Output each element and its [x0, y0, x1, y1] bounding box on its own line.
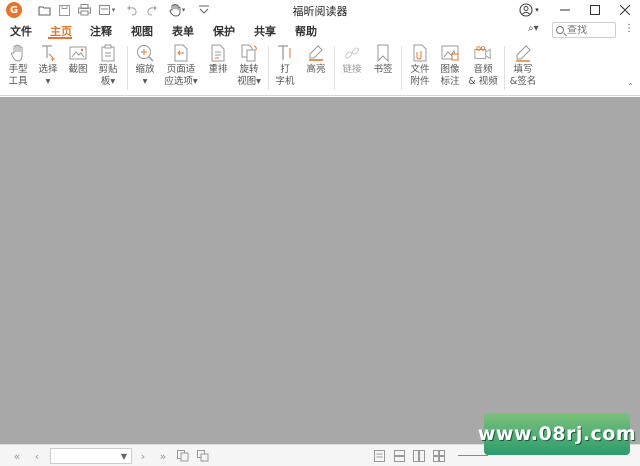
tab-help[interactable]: 帮助 [295, 23, 317, 39]
single-page-icon[interactable] [372, 449, 386, 463]
rotate-view-button[interactable]: 旋转 视图▾ [235, 44, 263, 88]
rotate-view-label: 旋转 视图▾ [237, 64, 261, 87]
reflow-label: 重排 [208, 64, 228, 75]
clipboard-button[interactable]: 剪贴 板▾ [97, 44, 119, 88]
ribbon-divider [504, 46, 505, 90]
find-tool-icon[interactable]: ⌕▾ [528, 23, 539, 34]
audio-video-icon [474, 44, 492, 62]
paste-page-icon[interactable] [196, 449, 210, 463]
ribbon-toolbar: 手型 工具 选择 ▾ 截图 剪贴 板▾ 缩放 ▾ 页面适 应选项▾ 重排 旋转 … [0, 40, 640, 96]
minimize-icon[interactable] [550, 0, 580, 20]
ribbon-divider [401, 46, 402, 90]
search-box[interactable] [552, 22, 616, 38]
reflow-button[interactable]: 重排 [206, 44, 230, 76]
highlight-label: 高亮 [306, 64, 326, 75]
redo-icon[interactable] [144, 2, 160, 18]
hand-tool-icon[interactable]: ▾ [166, 2, 188, 18]
link-button[interactable]: 链接 [341, 44, 363, 76]
snapshot-label: 截图 [68, 64, 88, 75]
collapse-ribbon-icon[interactable]: ⌃ [627, 82, 634, 91]
hand-tool-button[interactable]: 手型 工具 [8, 44, 28, 88]
next-page-icon[interactable]: › [136, 449, 150, 463]
print-icon[interactable] [76, 2, 92, 18]
highlight-button[interactable]: 高亮 [304, 44, 328, 76]
document-canvas[interactable] [0, 97, 640, 444]
attachment-icon [411, 44, 429, 62]
snapshot-button[interactable]: 截图 [67, 44, 89, 76]
link-label: 链接 [342, 64, 362, 75]
search-input[interactable] [564, 24, 608, 36]
ribbon-divider [334, 46, 335, 90]
menu-bar: 文件 主页 注释 视图 表单 保护 共享 帮助 [0, 20, 640, 40]
customize-icon[interactable] [196, 2, 212, 18]
select-button[interactable]: 选择 ▾ [37, 44, 59, 88]
tab-form[interactable]: 表单 [172, 23, 194, 39]
undo-icon[interactable] [124, 2, 140, 18]
fill-sign-label: 填写 &签名 [509, 64, 537, 87]
ribbon-divider [127, 46, 128, 90]
select-label: 选择 ▾ [38, 64, 58, 87]
account-icon[interactable]: ▾ [512, 0, 546, 20]
bookmark-label: 书签 [373, 64, 393, 75]
zoom-button[interactable]: 缩放 ▾ [134, 44, 156, 88]
page-number-input[interactable]: ▼ [50, 448, 132, 464]
page-fit-icon [172, 44, 190, 62]
facing-icon[interactable] [412, 449, 426, 463]
search-icon [556, 26, 564, 34]
file-attachment-button[interactable]: 文件 附件 [408, 44, 432, 88]
image-annotation-icon [441, 44, 459, 62]
tab-file[interactable]: 文件 [10, 23, 32, 39]
snapshot-icon [69, 44, 87, 62]
zoom-slider[interactable] [458, 455, 488, 456]
zoom-label: 缩放 ▾ [135, 64, 155, 87]
clipboard-icon [99, 44, 117, 62]
close-icon[interactable] [610, 0, 640, 20]
first-page-icon[interactable]: « [10, 449, 24, 463]
highlight-icon [307, 44, 325, 62]
tab-view[interactable]: 视图 [131, 23, 153, 39]
hand-icon [9, 44, 27, 62]
tab-comment[interactable]: 注释 [90, 23, 112, 39]
continuous-icon[interactable] [392, 449, 406, 463]
reflow-icon [209, 44, 227, 62]
previous-page-icon[interactable]: ‹ [30, 449, 44, 463]
new-doc-icon[interactable]: ▾ [96, 2, 118, 18]
audio-video-label: 音频 & 视频 [468, 64, 498, 87]
cover-icon[interactable] [432, 449, 446, 463]
image-annotation-label: 图像 标注 [440, 64, 460, 87]
typewriter-icon [276, 44, 294, 62]
maximize-icon[interactable] [580, 0, 610, 20]
page-fit-button[interactable]: 页面适 应选项▾ [162, 44, 200, 88]
bookmark-button[interactable]: 书签 [372, 44, 394, 76]
copy-page-icon[interactable] [176, 449, 190, 463]
tab-protect[interactable]: 保护 [213, 23, 235, 39]
hand-tool-label: 手型 工具 [8, 64, 28, 87]
clipboard-label: 剪贴 板▾ [98, 64, 118, 87]
active-tab-indicator [48, 37, 72, 39]
select-text-icon [39, 44, 57, 62]
open-folder-icon[interactable] [36, 2, 52, 18]
zoom-icon [136, 44, 154, 62]
app-logo: G [6, 2, 22, 18]
bookmark-icon [374, 44, 392, 62]
image-annotation-button[interactable]: 图像 标注 [438, 44, 462, 88]
ribbon-divider [268, 46, 269, 90]
more-options-icon[interactable]: ⋮ [624, 23, 634, 34]
link-icon [343, 44, 361, 62]
last-page-icon[interactable]: » [156, 449, 170, 463]
audio-video-button[interactable]: 音频 & 视频 [466, 44, 500, 88]
fill-sign-button[interactable]: 填写 &签名 [508, 44, 538, 88]
page-fit-label: 页面适 应选项▾ [164, 64, 198, 87]
tab-share[interactable]: 共享 [254, 23, 276, 39]
typewriter-button[interactable]: 打 字机 [274, 44, 296, 88]
watermark-text: www.08rj.com [477, 423, 637, 445]
chevron-down-icon: ▼ [120, 452, 127, 461]
file-attachment-label: 文件 附件 [410, 64, 430, 87]
title-bar: G ▾ ▾ 福昕阅读器 ▾ [0, 0, 640, 20]
rotate-view-icon [240, 44, 258, 62]
site-watermark: www.08rj.com [478, 413, 636, 455]
fill-sign-icon [514, 44, 532, 62]
save-icon[interactable] [56, 2, 72, 18]
typewriter-label: 打 字机 [275, 64, 295, 87]
